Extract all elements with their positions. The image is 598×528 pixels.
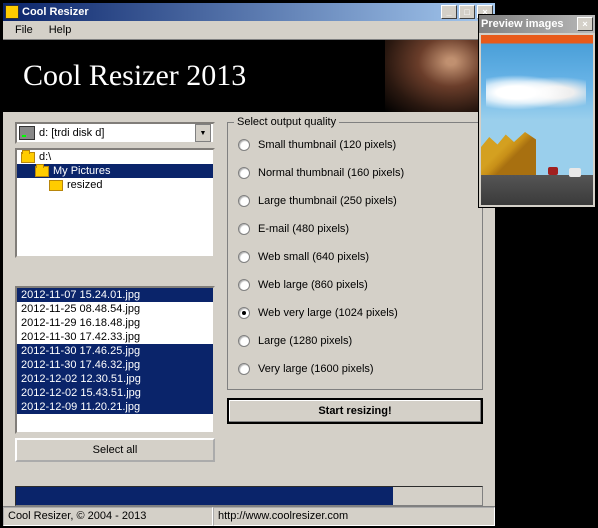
radio-icon[interactable] (238, 335, 250, 347)
preview-window[interactable]: Preview images × (478, 14, 596, 208)
quality-label: Web very large (1024 pixels) (258, 307, 398, 319)
radio-icon[interactable] (238, 195, 250, 207)
start-resizing-button[interactable]: Start resizing! (227, 398, 483, 424)
file-item[interactable]: 2012-11-07 15.24.01.jpg (17, 288, 213, 302)
statusbar: Cool Resizer, © 2004 - 2013 http://www.c… (3, 506, 495, 525)
tree-folder-resized[interactable]: resized (17, 178, 213, 192)
status-url[interactable]: http://www.coolresizer.com (213, 507, 495, 526)
preview-title: Preview images (481, 18, 577, 30)
progress-fill (16, 487, 393, 505)
quality-option[interactable]: Normal thumbnail (160 pixels) (238, 159, 472, 187)
quality-option[interactable]: E-mail (480 pixels) (238, 215, 472, 243)
preview-titlebar[interactable]: Preview images × (479, 15, 595, 33)
file-item[interactable]: 2012-12-02 12.30.51.jpg (17, 372, 213, 386)
quality-option[interactable]: Web small (640 pixels) (238, 243, 472, 271)
quality-label: Very large (1600 pixels) (258, 363, 374, 375)
quality-fieldset: Select output quality Small thumbnail (1… (227, 122, 483, 390)
chevron-down-icon[interactable]: ▼ (195, 124, 211, 142)
quality-label: Web large (860 pixels) (258, 279, 368, 291)
preview-body (479, 33, 595, 207)
tree-root[interactable]: d:\ (17, 150, 213, 164)
menubar: File Help (3, 21, 495, 40)
file-item[interactable]: 2012-11-30 17.46.25.jpg (17, 344, 213, 358)
main-window: Cool Resizer _ □ × File Help Cool Resize… (2, 2, 496, 526)
select-all-button[interactable]: Select all (15, 438, 215, 462)
file-item[interactable]: 2012-11-30 17.46.32.jpg (17, 358, 213, 372)
quality-label: Small thumbnail (120 pixels) (258, 139, 396, 151)
quality-option[interactable]: Web large (860 pixels) (238, 271, 472, 299)
quality-legend: Select output quality (234, 116, 339, 128)
radio-icon[interactable] (238, 307, 250, 319)
select-all-label: Select all (93, 444, 138, 456)
file-item[interactable]: 2012-11-25 08.48.54.jpg (17, 302, 213, 316)
folder-label: d:\ (39, 151, 51, 163)
folder-icon (21, 152, 35, 163)
file-item[interactable]: 2012-11-29 16.18.48.jpg (17, 316, 213, 330)
radio-icon[interactable] (238, 167, 250, 179)
folder-tree[interactable]: d:\ My Pictures resized (15, 148, 215, 258)
menu-help[interactable]: Help (41, 22, 80, 38)
quality-label: Large thumbnail (250 pixels) (258, 195, 397, 207)
titlebar[interactable]: Cool Resizer _ □ × (3, 3, 495, 21)
file-item[interactable]: 2012-11-30 17.42.33.jpg (17, 330, 213, 344)
quality-label: Web small (640 pixels) (258, 251, 369, 263)
status-copyright: Cool Resizer, © 2004 - 2013 (3, 507, 213, 526)
preview-close-button[interactable]: × (577, 17, 593, 31)
quality-option[interactable]: Small thumbnail (120 pixels) (238, 131, 472, 159)
file-list[interactable]: 2012-11-07 15.24.01.jpg2012-11-25 08.48.… (15, 286, 215, 434)
radio-icon[interactable] (238, 223, 250, 235)
quality-option[interactable]: Large (1280 pixels) (238, 327, 472, 355)
drive-selector[interactable]: d: [trdi disk d] ▼ (15, 122, 215, 144)
radio-icon[interactable] (238, 363, 250, 375)
left-panel: d: [trdi disk d] ▼ d:\ My Pictures resiz… (15, 122, 215, 462)
drive-icon (19, 126, 35, 140)
app-icon (5, 5, 19, 19)
quality-option[interactable]: Web very large (1024 pixels) (238, 299, 472, 327)
folder-icon (49, 180, 63, 191)
file-item[interactable]: 2012-12-02 15.43.51.jpg (17, 386, 213, 400)
window-title: Cool Resizer (22, 6, 441, 18)
progress-bar (15, 486, 483, 506)
quality-option[interactable]: Very large (1600 pixels) (238, 355, 472, 383)
quality-label: E-mail (480 pixels) (258, 223, 349, 235)
banner: Cool Resizer 2013 (3, 40, 495, 112)
tree-folder-pictures[interactable]: My Pictures (17, 164, 213, 178)
folder-icon (35, 166, 49, 177)
preview-image (481, 35, 593, 205)
quality-label: Large (1280 pixels) (258, 335, 352, 347)
right-panel: Select output quality Small thumbnail (1… (227, 122, 483, 462)
quality-label: Normal thumbnail (160 pixels) (258, 167, 404, 179)
maximize-button[interactable]: □ (459, 5, 475, 19)
file-item[interactable]: 2012-12-09 11.20.21.jpg (17, 400, 213, 414)
banner-title: Cool Resizer 2013 (3, 59, 246, 93)
folder-label: My Pictures (53, 165, 110, 177)
folder-label: resized (67, 179, 102, 191)
radio-icon[interactable] (238, 279, 250, 291)
quality-option[interactable]: Large thumbnail (250 pixels) (238, 187, 472, 215)
radio-icon[interactable] (238, 251, 250, 263)
drive-label: d: [trdi disk d] (39, 127, 195, 139)
minimize-button[interactable]: _ (441, 5, 457, 19)
menu-file[interactable]: File (7, 22, 41, 38)
start-label: Start resizing! (318, 405, 391, 417)
radio-icon[interactable] (238, 139, 250, 151)
